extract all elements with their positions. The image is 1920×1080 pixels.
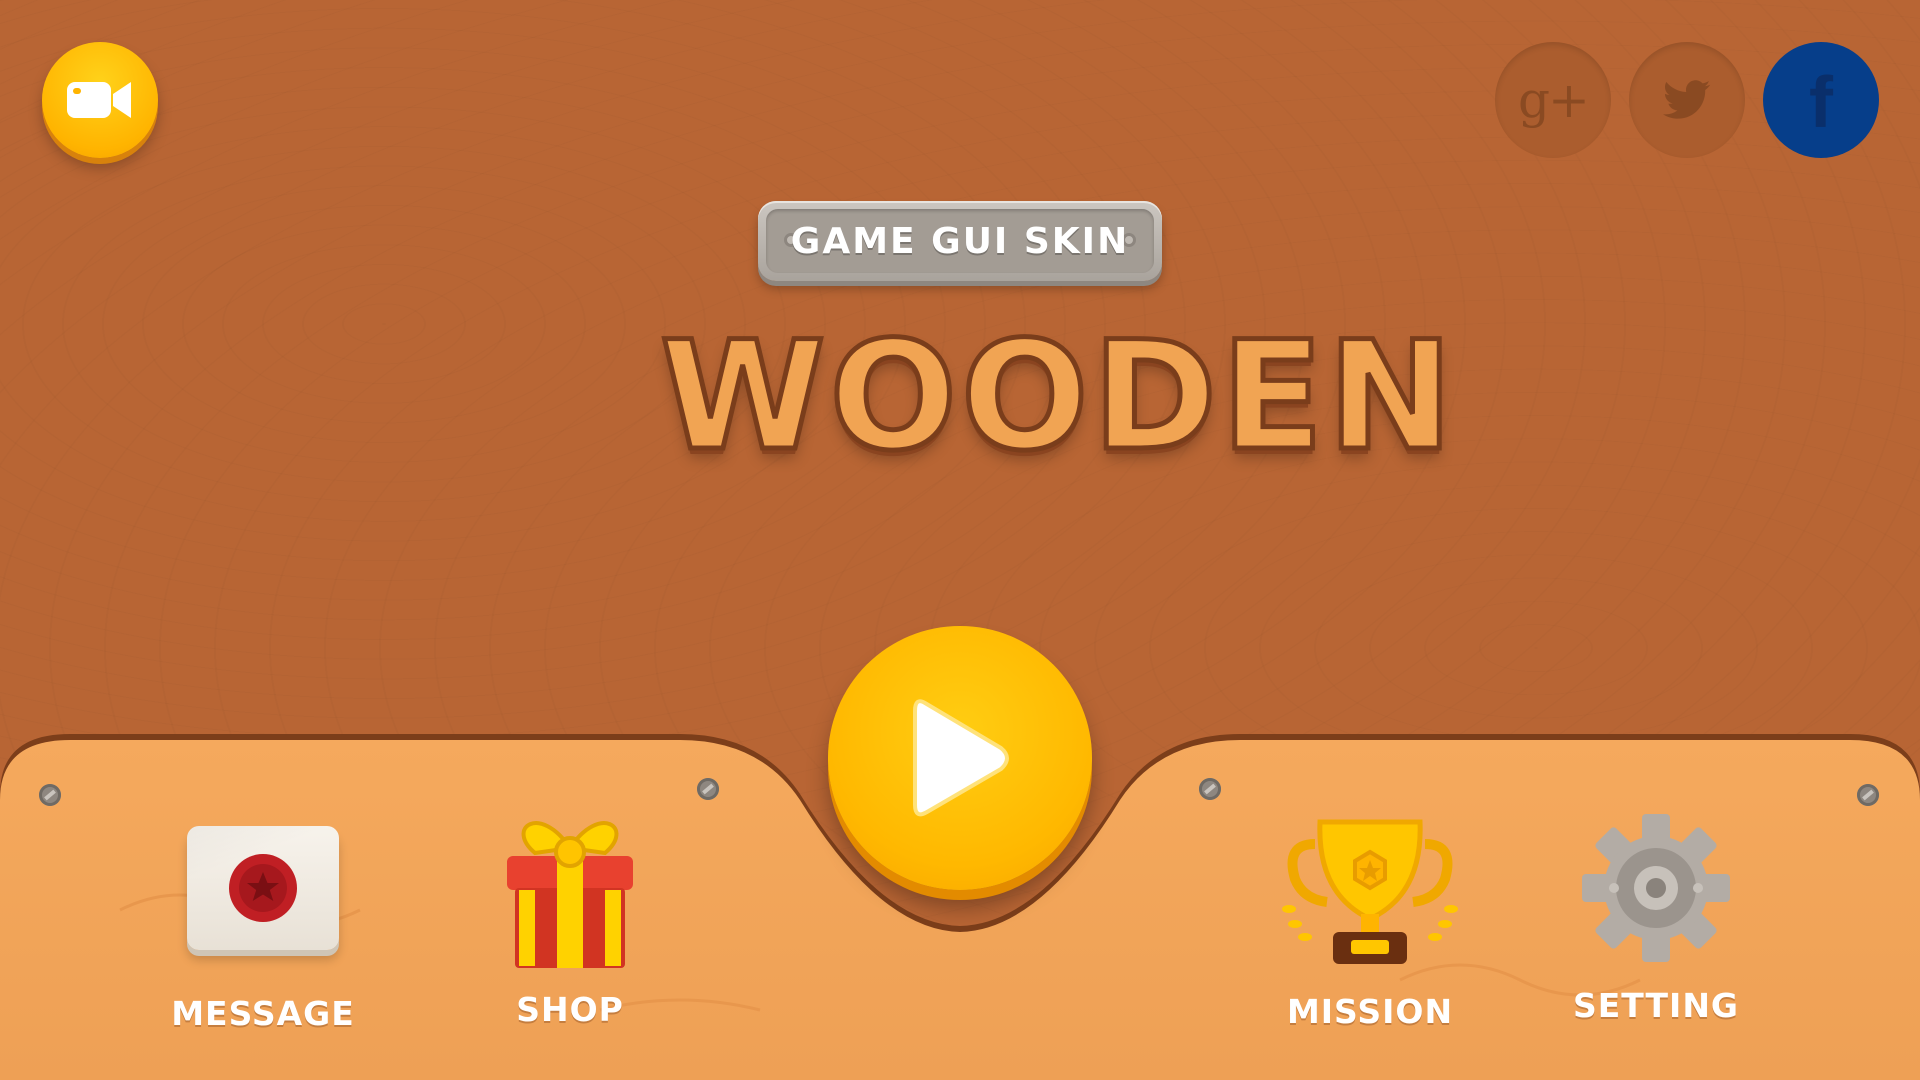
envelope-icon (187, 826, 339, 950)
video-camera-icon (67, 82, 131, 118)
google-plus-button[interactable]: g+ (1495, 42, 1611, 158)
menu-mission[interactable]: MISSION (1270, 814, 1470, 1031)
wax-seal-icon (229, 854, 297, 922)
menu-setting[interactable]: SETTING (1566, 812, 1746, 1025)
setting-label: SETTING (1572, 986, 1740, 1025)
panel-screw-4 (1857, 784, 1879, 806)
gift-icon (507, 821, 633, 968)
panel-screw-2 (697, 778, 719, 800)
twitter-icon (1663, 80, 1711, 119)
menu-shop[interactable]: SHOP (480, 808, 660, 1029)
facebook-icon: f (1809, 63, 1833, 143)
play-button[interactable] (828, 626, 1092, 890)
shop-label: SHOP (516, 990, 624, 1029)
facebook-button[interactable]: f (1763, 42, 1879, 158)
gear-icon (1582, 814, 1730, 962)
menu-message[interactable]: MESSAGE (168, 826, 358, 1033)
message-label: MESSAGE (171, 994, 355, 1033)
video-button[interactable] (42, 42, 158, 158)
panel-screw-1 (39, 784, 61, 806)
google-plus-icon: g+ (1518, 71, 1590, 129)
subtitle-text: GAME GUI SKIN (790, 220, 1130, 262)
mission-label: MISSION (1286, 992, 1454, 1031)
panel-screw-3 (1199, 778, 1221, 800)
subtitle-plate: GAME GUI SKIN (758, 201, 1162, 281)
play-icon (913, 699, 1009, 817)
trophy-icon (1282, 819, 1458, 964)
twitter-button[interactable] (1629, 42, 1745, 158)
game-title: WOODEN (658, 308, 1457, 487)
